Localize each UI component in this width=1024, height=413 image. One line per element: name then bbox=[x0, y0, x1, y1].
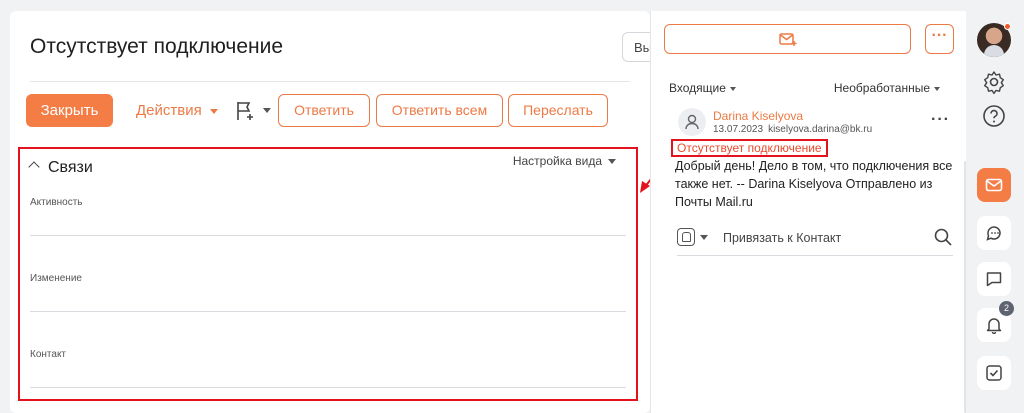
search-icon[interactable] bbox=[933, 227, 953, 247]
notification-badge: 2 bbox=[999, 301, 1014, 316]
gear-icon[interactable] bbox=[981, 69, 1007, 95]
field-contact-input[interactable] bbox=[30, 387, 626, 388]
message-date: 13.07.2023 bbox=[713, 124, 764, 135]
field-change-input[interactable] bbox=[30, 311, 626, 312]
mail-tab[interactable] bbox=[977, 168, 1011, 202]
chevron-up-icon bbox=[28, 161, 40, 173]
close-button[interactable]: Закрыть bbox=[26, 94, 113, 127]
compose-mail-icon bbox=[779, 33, 797, 46]
mail-icon bbox=[985, 178, 1003, 192]
message-icon bbox=[986, 272, 1002, 287]
status-dot bbox=[1004, 23, 1011, 30]
relations-section: Связи Настройка вида Активность Изменени… bbox=[18, 147, 638, 401]
field-label-contact: Контакт bbox=[30, 349, 67, 360]
messages-tab[interactable] bbox=[977, 262, 1011, 296]
forward-button[interactable]: Переслать bbox=[508, 94, 608, 127]
chevron-down-icon bbox=[209, 108, 218, 114]
chevron-down-icon bbox=[263, 108, 271, 113]
view-settings-label: Настройка вида bbox=[512, 154, 602, 168]
compose-button[interactable] bbox=[664, 24, 911, 54]
sender-name[interactable]: Darina Kiselyova bbox=[713, 109, 803, 123]
field-label-activity: Активность bbox=[30, 197, 83, 208]
chevron-down-icon bbox=[608, 159, 616, 165]
more-options-button[interactable]: ··· bbox=[925, 24, 954, 54]
checkbox-icon bbox=[986, 365, 1002, 381]
folder-filter-label: Входящие bbox=[669, 81, 726, 95]
divider bbox=[30, 81, 630, 82]
flag-plus-icon bbox=[237, 102, 253, 120]
relations-title: Связи bbox=[48, 159, 93, 176]
chats-icon bbox=[986, 226, 1001, 241]
actions-dropdown[interactable]: Действия bbox=[136, 102, 218, 119]
page-title: Отсутствует подключение bbox=[30, 35, 284, 58]
help-icon[interactable] bbox=[981, 103, 1007, 129]
main-card: Отсутствует подключение Вы Закрыть Дейст… bbox=[10, 11, 662, 413]
field-activity-input[interactable] bbox=[30, 235, 626, 236]
message-meta: 13.07.2023 kiselyova.darina@bk.ru bbox=[713, 124, 872, 135]
tasks-tab[interactable] bbox=[977, 356, 1011, 390]
status-filter[interactable]: Необработанные bbox=[834, 81, 940, 95]
right-rail: 2 bbox=[966, 0, 1024, 413]
status-filter-label: Необработанные bbox=[833, 81, 930, 95]
mail-panel: ··· Входящие Необработанные Darina Kisel… bbox=[650, 11, 967, 413]
bell-icon bbox=[986, 318, 1002, 334]
chevron-down-icon bbox=[729, 86, 736, 91]
message-body: Добрый день! Дело в том, что подключения… bbox=[675, 159, 953, 209]
message-more-icon[interactable]: ··· bbox=[931, 111, 950, 129]
message-subject: Отсутствует подключение bbox=[671, 139, 828, 157]
sender-avatar bbox=[678, 108, 706, 136]
folder-filter[interactable]: Входящие bbox=[669, 81, 736, 95]
chevron-down-icon bbox=[934, 86, 940, 91]
relations-header[interactable]: Связи bbox=[28, 159, 93, 177]
reply-button[interactable]: Ответить bbox=[278, 94, 370, 127]
contact-card-icon[interactable] bbox=[677, 228, 695, 246]
chevron-down-icon[interactable] bbox=[700, 235, 708, 240]
view-settings-dropdown[interactable]: Настройка вида bbox=[513, 154, 616, 168]
chats-tab[interactable] bbox=[977, 216, 1011, 250]
field-label-change: Изменение bbox=[30, 273, 82, 284]
sender-email: kiselyova.darina@bk.ru bbox=[768, 124, 873, 135]
add-flag-button[interactable] bbox=[235, 100, 277, 122]
user-icon bbox=[685, 114, 699, 130]
actions-label: Действия bbox=[136, 102, 202, 119]
reply-all-button[interactable]: Ответить всем bbox=[376, 94, 503, 127]
link-contact-input[interactable]: Привязать к Контакт bbox=[723, 231, 841, 245]
link-contact-row: Привязать к Контакт bbox=[677, 226, 953, 256]
